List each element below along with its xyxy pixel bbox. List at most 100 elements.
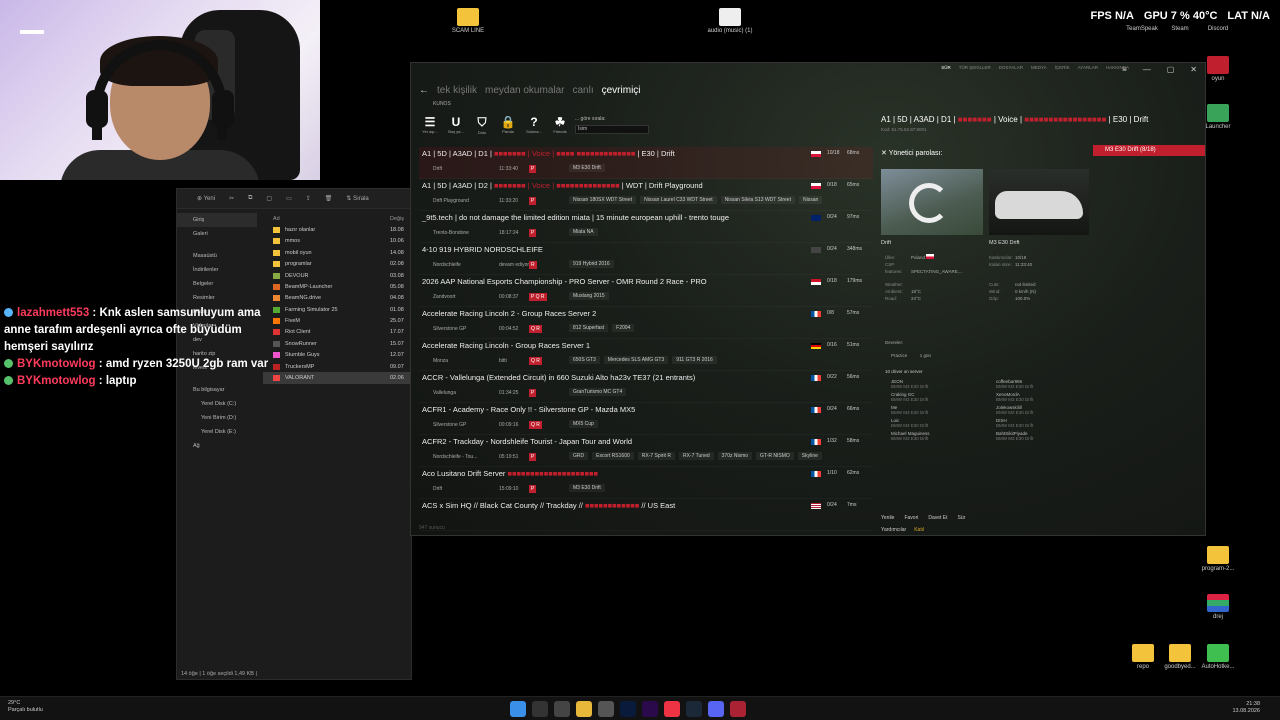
desktop-icon-autohotkey[interactable]: AutoHotke... [1188,644,1248,670]
column-date-header[interactable]: Değiş [390,216,404,222]
nav-item-drive-d[interactable]: Yeni Birim (D:) [177,411,257,425]
assists-button[interactable]: Yardımcılar [881,527,906,533]
filter-password[interactable]: 🔒 Parola [499,115,517,135]
system-clock[interactable]: 21:38 13.08.2026 [1232,701,1260,715]
file-row[interactable]: Riot Client 17.07 [263,327,413,338]
premiere-icon[interactable] [642,701,658,717]
settings-gear-icon[interactable] [598,701,614,717]
file-row[interactable]: BeamMP-Launcher 05.08 [263,281,413,292]
desktop-icon-audio[interactable]: audio (music) (1) [700,8,760,34]
filter-missing[interactable]: ? Soluna... [525,115,543,135]
close-icon[interactable]: ✕ [1190,65,1197,74]
copy-icon[interactable]: ⧉ [248,195,252,202]
delete-icon[interactable]: 🗑 [325,195,333,202]
menu-modes[interactable]: TÜR ŞEKİLLER [959,65,991,75]
tab-challenges[interactable]: meydan okumalar [485,85,564,96]
server-row[interactable]: ACFR2 - Trackday - Nordshleife Tourist -… [419,435,873,467]
nav-item-network[interactable]: Ağ [177,439,257,453]
nav-item-documents[interactable]: Belgeler [177,277,257,291]
file-row[interactable]: TruckersMP 09.07 [263,361,413,372]
car-preview[interactable] [989,169,1089,235]
discord-icon[interactable] [708,701,724,717]
nav-item-home[interactable]: Giriş [177,213,257,227]
invite-button[interactable]: Davet Et [928,515,947,521]
filter-friends[interactable]: ☘ Friends [551,115,569,135]
menu-files[interactable]: DOSYALAR [999,65,1023,75]
server-row[interactable]: _9t5.tech | do not damage the limited ed… [419,211,873,243]
windows-start-icon[interactable] [510,701,526,717]
filter-full[interactable]: ⛉ Dolu [473,115,491,135]
paste-icon[interactable]: ▢ [266,195,272,202]
search-icon[interactable] [532,701,548,717]
nav-item-drive-c[interactable]: Yerel Disk (C:) [177,397,257,411]
driver-entry[interactable]: Michael Maguiness BMW M3 E30 Drift [891,431,996,441]
file-row[interactable]: DEVOUR 03.08 [263,270,413,281]
admin-password-label[interactable]: ✕ Yönetici parolası: [881,149,942,157]
nav-item-drive-e[interactable]: Yerel Disk (E:) [177,425,257,439]
car-slot-badge[interactable]: M3 E30 Drift (8/18) [1093,145,1205,156]
file-row[interactable]: hazır olanlar 18.08 [263,224,413,235]
sort-select[interactable]: İsim [575,125,649,134]
nav-item-gallery[interactable]: Galeri [177,227,257,241]
sort-button[interactable]: ⇅ Sırala [346,195,368,202]
server-row[interactable]: A1 | 5D | A3AD | D1 | ■■■■■■■ | Voice | … [419,147,873,179]
server-row[interactable]: Accelerate Racing Lincoln 2 - Group Race… [419,307,873,339]
server-row[interactable]: 2026 AAP National Esports Championship -… [419,275,873,307]
favorite-button[interactable]: Favori [904,515,918,521]
weather-widget[interactable]: 29°C Parçalı bulutlu [8,700,43,714]
server-row[interactable]: Accelerate Racing Lincoln - Group Races … [419,339,873,371]
driver-entry[interactable]: Craking GC BMW M3 E30 Drift [891,392,996,402]
file-row[interactable]: BeamNG.drive 04.08 [263,293,413,304]
file-explorer-window[interactable]: ⊕ Yeni ✂ ⧉ ▢ ▭ ⇪ 🗑 ⇅ Sırala Giriş Galeri… [176,188,413,680]
join-button[interactable]: Katıl [914,527,924,533]
menu-settings[interactable]: AYARLAR [1078,65,1098,75]
content-manager-icon[interactable] [730,701,746,717]
filter-empty[interactable]: U Boş ya... [447,115,465,135]
file-row[interactable]: mmos 10.06 [263,236,413,247]
desktop-icon-scam-line[interactable]: SCAM LINE [438,8,498,34]
server-row[interactable]: ACS x Sim HQ // Black Cat County // Trac… [419,499,873,531]
driver-entry[interactable]: BahtSikitPiyade BMW M3 E30 Drift [996,431,1101,441]
menu-drive[interactable]: SÜR [941,65,951,75]
photoshop-icon[interactable] [620,701,636,717]
file-row[interactable]: SnowRunner 15.07 [263,338,413,349]
file-explorer-icon[interactable] [576,701,592,717]
driver-entry[interactable]: coffeebar966 BMW M3 E30 Drift [996,379,1101,389]
file-row[interactable]: mobil oyun 14.08 [263,247,413,258]
tab-single[interactable]: tek kişilik [437,85,477,96]
cut-icon[interactable]: ✂ [229,195,234,202]
tab-live[interactable]: canlı [573,85,594,96]
nav-item-downloads[interactable]: İndirilenler [177,263,257,277]
content-manager-window[interactable]: SÜR TÜR ŞEKİLLER DOSYALAR MEDYA İÇERİK A… [410,62,1206,536]
desktop-icon-program[interactable]: program-2... [1188,546,1248,572]
column-name-header[interactable]: Ad [273,216,385,222]
driver-entry[interactable]: Me BMW M3 E30 Drift [891,405,996,415]
share-icon[interactable]: ⇪ [306,195,311,202]
file-row-selected[interactable]: VALORANT 02.06 [263,372,413,384]
server-row[interactable]: Aco Lusitano Drift Server ■■■■■■■■■■■■■■… [419,467,873,499]
server-row[interactable]: 4-10 919 HYBRID NORDSCHLEIFE Nordschleife… [419,243,873,275]
tab-online[interactable]: çevrimiçi [602,85,641,96]
steam-icon[interactable] [686,701,702,717]
desktop-icon-discord[interactable]: Discord [1188,26,1248,32]
driver-entry[interactable]: DISH BMW M3 E30 Drift [996,418,1101,428]
menu-media[interactable]: MEDYA [1031,65,1047,75]
server-row[interactable]: ACFR1 - Academy - Race Only !! - Silvers… [419,403,873,435]
drive-button[interactable]: Sür [958,515,966,521]
menu-icon[interactable]: ≡ [1122,65,1127,74]
back-arrow-icon[interactable]: ← [419,85,429,96]
driver-entry[interactable]: XenoMordA BMW M3 E30 Drift [996,392,1101,402]
file-row[interactable]: FiveM 25.07 [263,315,413,326]
kunos-source-label[interactable]: KUNOS [433,101,451,107]
task-view-icon[interactable] [554,701,570,717]
file-row[interactable]: programlar 02.08 [263,259,413,270]
filter-list[interactable]: ☰ Yer aşı... [421,115,439,135]
server-row[interactable]: A1 | 5D | A3AD | D2 | ■■■■■■■ | Voice | … [419,179,873,211]
server-row[interactable]: ACCR - Vallelunga (Extended Circuit) in … [419,371,873,403]
nav-item-desktop[interactable]: Masaüstü [177,249,257,263]
new-button[interactable]: ⊕ Yeni [197,195,215,202]
chrome-icon[interactable] [664,701,680,717]
minimize-icon[interactable]: — [1143,65,1151,74]
desktop-icon-drej[interactable]: drej [1188,594,1248,620]
driver-entry[interactable]: Jolekowskilill BMW M3 E30 Drift [996,405,1101,415]
